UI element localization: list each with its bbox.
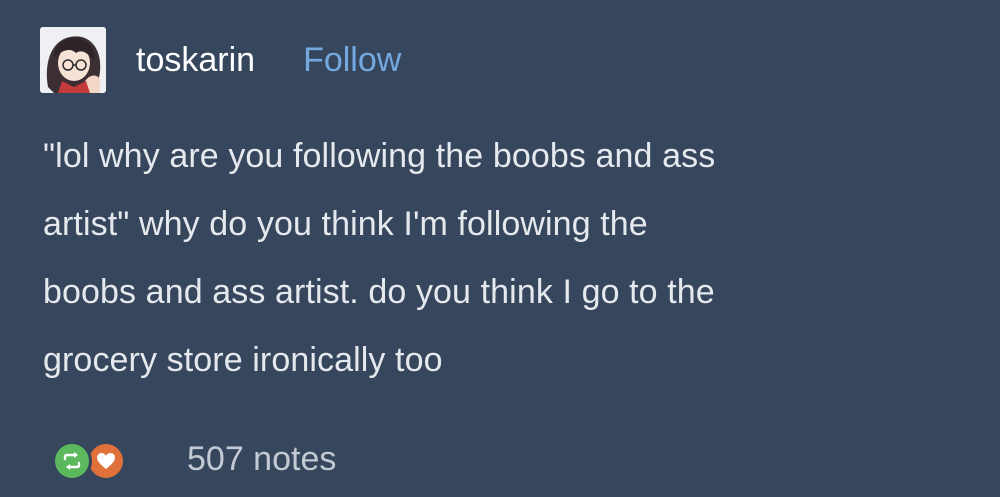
anime-character-avatar-icon — [40, 27, 106, 93]
follow-button[interactable]: Follow — [303, 43, 401, 77]
post-body-line: boobs and ass artist. do you think I go … — [43, 273, 715, 311]
username-link[interactable]: toskarin — [136, 43, 255, 77]
post-header: toskarin Follow — [40, 27, 401, 93]
avatar[interactable] — [40, 27, 106, 93]
post-body: "lol why are you following the boobs and… — [43, 122, 963, 394]
notes-count[interactable]: 507 notes — [187, 442, 336, 476]
post-footer: 507 notes — [52, 433, 336, 485]
heart-icon — [86, 441, 126, 481]
tumblr-post: toskarin Follow "lol why are you followi… — [0, 0, 1000, 497]
post-body-line: artist" why do you think I'm following t… — [43, 205, 648, 243]
post-body-line: "lol why are you following the boobs and… — [43, 137, 716, 175]
reblog-icon — [52, 441, 92, 481]
post-body-line: grocery store ironically too — [43, 341, 443, 379]
note-reactions[interactable] — [52, 435, 162, 483]
